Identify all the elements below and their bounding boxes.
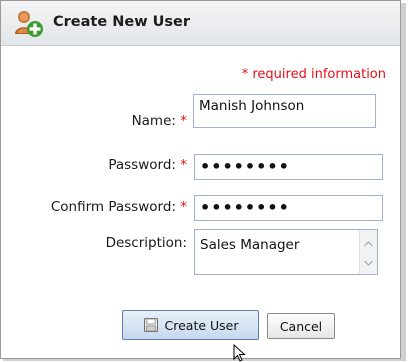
cancel-button[interactable]: Cancel [267,313,335,339]
confirm-password-field[interactable]: •••••••• [194,195,383,221]
confirm-password-label: Confirm Password: * [3,199,187,215]
description-label: Description: [41,235,187,251]
password-label-text: Password: [108,157,176,173]
description-label-text: Description: [105,235,187,251]
dialog-titlebar: Create New User [1,1,400,46]
name-label-text: Name: [131,113,176,129]
add-user-icon [15,11,43,37]
name-field[interactable]: Manish Johnson [193,94,376,128]
name-label: Name: * [41,113,187,129]
confirm-password-label-text: Confirm Password: [50,199,176,215]
mouse-pointer-icon [233,344,246,362]
required-information-note: * required information [241,67,386,82]
required-star: * [180,157,187,173]
create-user-button[interactable]: Create User [122,310,259,340]
required-star: * [180,113,187,129]
password-label: Password: * [41,157,187,173]
description-text: Sales Manager [200,237,300,253]
scroll-down-icon[interactable] [361,255,376,270]
save-disk-icon [143,318,158,332]
create-user-dialog: Create New User * required information N… [0,0,401,359]
required-star: * [180,199,187,215]
create-user-label: Create User [164,317,239,333]
description-scrollbar[interactable] [359,230,377,274]
cancel-label: Cancel [279,318,323,334]
scroll-up-icon[interactable] [361,236,376,251]
dialog-title: Create New User [53,14,191,30]
password-field[interactable]: •••••••• [194,154,383,180]
description-textarea[interactable]: Sales Manager [194,229,378,275]
